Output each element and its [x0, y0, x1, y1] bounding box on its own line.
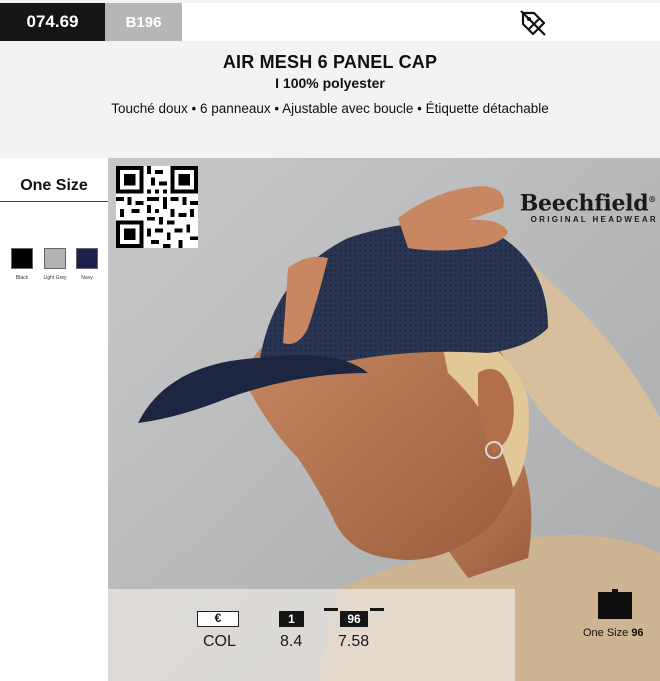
product-reference: B196 — [105, 3, 182, 41]
price-tier-1: 8.4 — [280, 633, 303, 650]
tier-dash-left — [324, 608, 338, 611]
currency-box: € — [197, 611, 239, 627]
carton-box-icon — [598, 589, 632, 619]
price-tier-2: 7.58 — [338, 633, 370, 650]
size-label: One Size — [20, 177, 88, 194]
product-title: AIR MESH 6 PANEL CAP — [222, 52, 438, 72]
header-strip — [182, 3, 660, 41]
discount-tag-icon — [520, 10, 546, 36]
col-label: COL — [203, 633, 236, 650]
color-swatch-navy[interactable] — [76, 248, 98, 269]
color-swatch-black[interactable] — [11, 248, 33, 269]
brand-tagline: ORIGINAL HEADWEAR — [530, 215, 658, 225]
product-features: Touché doux • 6 panneaux • Ajustable ave… — [111, 101, 549, 116]
price-panel — [108, 589, 515, 681]
brand-logo: Beechfield® ORIGINAL HEADWEAR — [505, 187, 660, 225]
color-label-navy: Navy — [81, 275, 93, 281]
packing-info: One Size 96 — [583, 627, 644, 639]
tier-dash-right — [370, 608, 384, 611]
product-code: 074.69 — [0, 3, 105, 41]
quantity-tier-1: 1 — [279, 611, 304, 627]
qr-code[interactable] — [116, 166, 198, 248]
size-divider — [0, 201, 108, 202]
product-material: I 100% polyester — [275, 75, 385, 91]
quantity-tier-2: 96 — [340, 611, 368, 627]
brand-name: Beechfield® — [519, 190, 657, 217]
color-swatch-light-grey[interactable] — [44, 248, 66, 269]
